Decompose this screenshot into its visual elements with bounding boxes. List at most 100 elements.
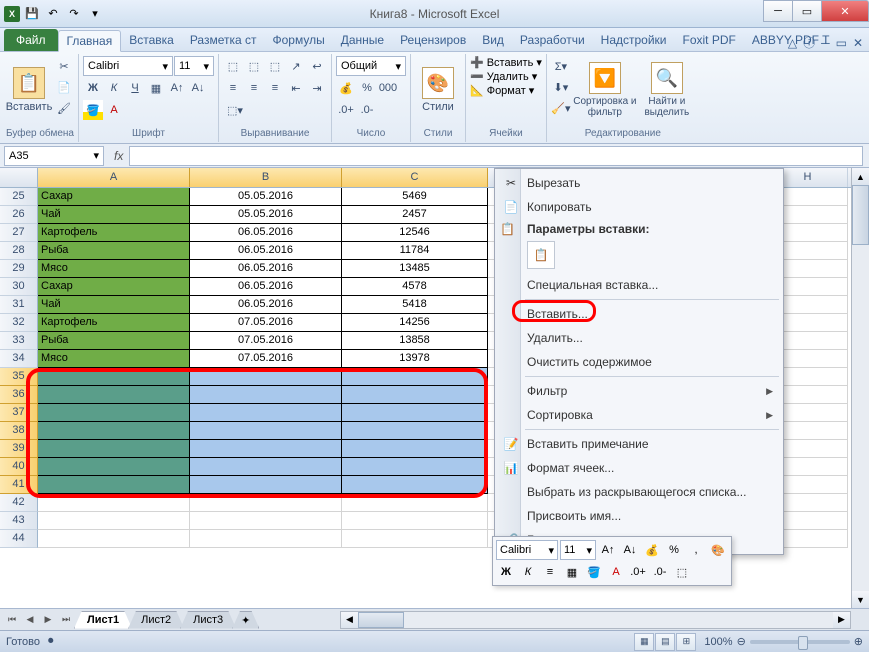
- save-icon[interactable]: 💾: [23, 5, 41, 23]
- cell[interactable]: [342, 368, 488, 386]
- menu-delete[interactable]: Удалить...: [497, 326, 781, 350]
- sort-filter-button[interactable]: 🔽 Сортировка и фильтр: [573, 56, 637, 124]
- cell[interactable]: [342, 422, 488, 440]
- zoom-slider[interactable]: [750, 640, 850, 644]
- percent-icon[interactable]: %: [357, 78, 377, 98]
- mini-bold-icon[interactable]: Ж: [496, 562, 516, 582]
- tab-review[interactable]: Рецензиров: [392, 29, 474, 51]
- tab-layout[interactable]: Разметка ст: [182, 29, 265, 51]
- cell[interactable]: Сахар: [38, 278, 190, 296]
- mini-align-icon[interactable]: ≡: [540, 562, 560, 582]
- cells-insert-button[interactable]: ➕Вставить▾: [470, 56, 542, 69]
- fx-icon[interactable]: fx: [108, 149, 129, 163]
- cell[interactable]: [38, 512, 190, 530]
- undo-icon[interactable]: ↶: [44, 5, 62, 23]
- menu-paste-special[interactable]: Специальная вставка...: [497, 273, 781, 297]
- cell[interactable]: [190, 440, 342, 458]
- tab-view[interactable]: Вид: [474, 29, 512, 51]
- view-break-icon[interactable]: ⊞: [676, 633, 696, 651]
- cell[interactable]: 06.05.2016: [190, 224, 342, 242]
- row-header[interactable]: 44: [0, 530, 38, 548]
- cell[interactable]: 5418: [342, 296, 488, 314]
- view-normal-icon[interactable]: ▦: [634, 633, 654, 651]
- row-header[interactable]: 27: [0, 224, 38, 242]
- find-select-button[interactable]: 🔍 Найти и выделить: [639, 56, 695, 124]
- cell[interactable]: 13485: [342, 260, 488, 278]
- cell[interactable]: 2457: [342, 206, 488, 224]
- row-header[interactable]: 25: [0, 188, 38, 206]
- cell[interactable]: 06.05.2016: [190, 296, 342, 314]
- cell[interactable]: Чай: [38, 296, 190, 314]
- cell[interactable]: 06.05.2016: [190, 260, 342, 278]
- mini-font-combo[interactable]: Calibri▾: [496, 540, 558, 560]
- row-header[interactable]: 39: [0, 440, 38, 458]
- cell[interactable]: [342, 458, 488, 476]
- row-header[interactable]: 35: [0, 368, 38, 386]
- font-name-combo[interactable]: Calibri▾: [83, 56, 173, 76]
- row-header[interactable]: 42: [0, 494, 38, 512]
- cell[interactable]: [38, 458, 190, 476]
- cell[interactable]: 4578: [342, 278, 488, 296]
- cell[interactable]: [342, 530, 488, 548]
- row-header[interactable]: 29: [0, 260, 38, 278]
- macro-record-icon[interactable]: ⏺: [48, 635, 54, 648]
- format-painter-icon[interactable]: 🖌: [54, 98, 74, 118]
- cell[interactable]: 07.05.2016: [190, 314, 342, 332]
- col-header-a[interactable]: A: [38, 168, 190, 187]
- sheet-tab-1[interactable]: Лист1: [74, 611, 132, 629]
- cell[interactable]: Сахар: [38, 188, 190, 206]
- cell[interactable]: 05.05.2016: [190, 188, 342, 206]
- align-top-icon[interactable]: ⬚: [223, 56, 243, 76]
- comma-icon[interactable]: 000: [378, 78, 398, 98]
- menu-sort[interactable]: Сортировка▶: [497, 403, 781, 427]
- border-button[interactable]: ▦: [146, 78, 166, 98]
- cell[interactable]: 06.05.2016: [190, 242, 342, 260]
- cell[interactable]: [38, 440, 190, 458]
- mini-inc-decimal-icon[interactable]: .0+: [628, 562, 648, 582]
- cell[interactable]: [38, 386, 190, 404]
- tab-addins[interactable]: Надстройки: [593, 29, 675, 51]
- zoom-in-icon[interactable]: ⊕: [854, 635, 863, 648]
- mini-comma-icon[interactable]: ,: [686, 540, 706, 560]
- redo-icon[interactable]: ↷: [65, 5, 83, 23]
- row-header[interactable]: 30: [0, 278, 38, 296]
- fill-icon[interactable]: ⬇▾: [551, 77, 571, 97]
- sheet-tab-2[interactable]: Лист2: [128, 611, 184, 629]
- wrap-text-icon[interactable]: ↩: [307, 56, 327, 76]
- horizontal-scrollbar[interactable]: ◀ ▶: [340, 611, 851, 629]
- menu-format-cells[interactable]: 📊Формат ячеек...: [497, 456, 781, 480]
- cell[interactable]: [190, 530, 342, 548]
- cell[interactable]: [190, 512, 342, 530]
- mini-dec-decimal-icon[interactable]: .0-: [650, 562, 670, 582]
- tab-data[interactable]: Данные: [333, 29, 392, 51]
- fill-color-button[interactable]: 🪣: [83, 100, 103, 120]
- mini-fill-icon[interactable]: 🪣: [584, 562, 604, 582]
- tab-foxit[interactable]: Foxit PDF: [675, 29, 744, 51]
- row-header[interactable]: 26: [0, 206, 38, 224]
- cell[interactable]: 5469: [342, 188, 488, 206]
- scroll-left-icon[interactable]: ◀: [341, 612, 358, 628]
- sheet-tab-3[interactable]: Лист3: [180, 611, 236, 629]
- cell[interactable]: Мясо: [38, 260, 190, 278]
- mini-percent-icon[interactable]: %: [664, 540, 684, 560]
- row-header[interactable]: 31: [0, 296, 38, 314]
- hscroll-thumb[interactable]: [358, 612, 404, 628]
- vertical-scrollbar[interactable]: ▲ ▼: [851, 168, 869, 608]
- mini-merge-icon[interactable]: ⬚: [672, 562, 692, 582]
- cell[interactable]: [342, 512, 488, 530]
- help-icon[interactable]: ⓘ: [803, 34, 815, 51]
- underline-button[interactable]: Ч: [125, 78, 145, 98]
- cell[interactable]: Мясо: [38, 350, 190, 368]
- font-color-button[interactable]: A: [104, 100, 124, 120]
- menu-dropdown-list[interactable]: Выбрать из раскрывающегося списка...: [497, 480, 781, 504]
- cell[interactable]: [38, 368, 190, 386]
- bold-button[interactable]: Ж: [83, 78, 103, 98]
- mini-size-combo[interactable]: 11▾: [560, 540, 596, 560]
- cell[interactable]: [342, 386, 488, 404]
- align-middle-icon[interactable]: ⬚: [244, 56, 264, 76]
- scroll-right-icon[interactable]: ▶: [833, 612, 850, 628]
- mini-font-color-icon[interactable]: A: [606, 562, 626, 582]
- cells-format-button[interactable]: 📐Формат▾: [470, 84, 534, 97]
- zoom-level[interactable]: 100%: [704, 636, 732, 648]
- zoom-out-icon[interactable]: ⊖: [737, 635, 746, 648]
